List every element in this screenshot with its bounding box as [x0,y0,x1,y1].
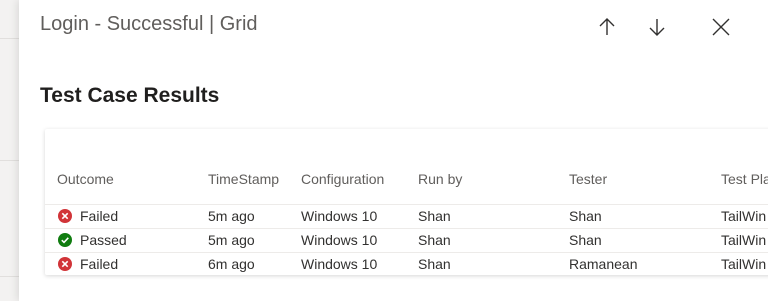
outcome-cell: Failed [80,208,119,224]
arrow-down-icon [649,19,665,36]
table-row[interactable]: Passed 5m ago Windows 10 Shan Shan TailW… [45,228,768,252]
tester-cell: Shan [569,232,602,248]
column-header-run-by[interactable]: Run by [418,171,462,187]
column-header-test-plan[interactable]: Test Pla [721,171,768,187]
column-header-outcome[interactable]: Outcome [57,171,114,187]
failed-status-icon [58,257,72,271]
outcome-cell: Failed [80,256,119,272]
column-header-tester[interactable]: Tester [569,171,607,187]
close-icon [712,18,730,36]
timestamp-cell: 5m ago [208,208,255,224]
timestamp-cell: 6m ago [208,256,255,272]
table-row[interactable]: Failed 6m ago Windows 10 Shan Ramanean T… [45,252,768,275]
arrow-up-icon [599,18,615,35]
outcome-cell: Passed [80,232,127,248]
configuration-cell: Windows 10 [301,208,378,224]
background-divider [0,276,20,277]
table-row[interactable]: Failed 5m ago Windows 10 Shan Shan TailW… [45,204,768,228]
next-button[interactable] [643,12,671,42]
test-plan-cell: TailWin [721,208,767,224]
configuration-cell: Windows 10 [301,232,378,248]
tester-cell: Shan [569,208,602,224]
run-by-cell: Shan [418,232,451,248]
panel-title: Login - Successful | Grid [40,13,258,35]
failed-status-icon [58,209,72,223]
tester-cell: Ramanean [569,256,638,272]
test-plan-cell: TailWin [721,256,767,272]
column-header-timestamp[interactable]: TimeStamp [208,171,279,187]
close-button[interactable] [707,12,735,42]
passed-status-icon [58,233,72,247]
background-divider [0,38,20,39]
configuration-cell: Windows 10 [301,256,378,272]
results-grid: Outcome TimeStamp Configuration Run by T… [45,129,768,275]
results-panel: Login - Successful | Grid Test Case Resu… [19,0,768,301]
test-plan-cell: TailWin [721,232,767,248]
run-by-cell: Shan [418,208,451,224]
run-by-cell: Shan [418,256,451,272]
background-divider [0,160,20,161]
previous-button[interactable] [593,12,621,42]
section-title: Test Case Results [40,84,220,107]
column-header-configuration[interactable]: Configuration [301,171,384,187]
timestamp-cell: 5m ago [208,232,255,248]
